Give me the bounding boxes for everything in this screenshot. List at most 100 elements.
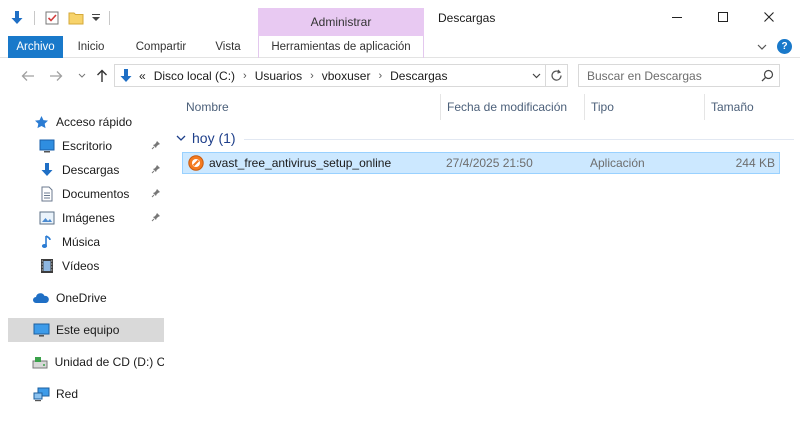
help-icon[interactable]: ? bbox=[777, 39, 792, 54]
new-folder-icon[interactable] bbox=[67, 9, 85, 27]
toolbar-divider bbox=[34, 11, 35, 25]
tab-inicio[interactable]: Inicio bbox=[68, 36, 114, 58]
column-headers: Nombre Fecha de modificación Tipo Tamaño bbox=[172, 94, 800, 120]
close-button[interactable] bbox=[746, 0, 792, 34]
sidebar-item-label: Descargas bbox=[62, 163, 120, 177]
recent-locations-button[interactable] bbox=[72, 67, 92, 85]
sidebar-item-label: Música bbox=[62, 235, 101, 249]
minimize-icon bbox=[672, 17, 682, 18]
arrow-right-icon bbox=[50, 71, 63, 81]
cloud-icon bbox=[32, 289, 50, 307]
back-button[interactable] bbox=[18, 67, 38, 85]
navigation-pane: Acceso rápido Escritorio Descargas Docum… bbox=[0, 94, 172, 429]
sidebar-item-label: Este equipo bbox=[56, 323, 120, 337]
image-icon bbox=[38, 209, 56, 227]
sidebar-item-label: Imágenes bbox=[62, 211, 115, 225]
sidebar-item-musica[interactable]: Música bbox=[8, 230, 164, 254]
expand-ribbon-chevron-icon[interactable] bbox=[757, 40, 767, 54]
star-icon bbox=[32, 113, 50, 131]
pin-icon[interactable] bbox=[150, 139, 162, 151]
sidebar-item-label: Unidad de CD (D:) CE bbox=[54, 355, 164, 369]
computer-icon bbox=[32, 321, 50, 339]
network-icon bbox=[32, 385, 50, 403]
sidebar-item-label: Documentos bbox=[62, 187, 130, 201]
ribbon-right-controls: ? bbox=[757, 39, 792, 54]
minimize-button[interactable] bbox=[654, 0, 700, 34]
refresh-icon bbox=[551, 69, 562, 81]
sidebar-item-escritorio[interactable]: Escritorio bbox=[8, 134, 164, 158]
sidebar-item-label: Red bbox=[56, 387, 79, 401]
downloads-folder-icon bbox=[115, 65, 137, 86]
properties-icon[interactable] bbox=[43, 9, 61, 27]
breadcrumb-item[interactable]: Descargas bbox=[390, 69, 447, 83]
tab-archivo[interactable]: Archivo bbox=[8, 36, 63, 58]
breadcrumb-item[interactable]: vboxuser bbox=[322, 69, 371, 83]
context-tab-header: Administrar bbox=[258, 8, 424, 36]
tab-compartir[interactable]: Compartir bbox=[124, 36, 198, 58]
sidebar-item-acceso-rapido[interactable]: Acceso rápido bbox=[8, 110, 164, 134]
breadcrumb-overflow[interactable]: « bbox=[139, 69, 146, 83]
table-row[interactable]: avast_free_antivirus_setup_online 27/4/2… bbox=[182, 152, 780, 174]
address-bar[interactable]: « Disco local (C:) › Usuarios › vboxuser… bbox=[114, 64, 568, 87]
pin-icon[interactable] bbox=[150, 163, 162, 175]
tab-vista[interactable]: Vista bbox=[206, 36, 250, 58]
tab-herramientas-de-aplicacion[interactable]: Herramientas de aplicación bbox=[258, 36, 424, 58]
toolbar-divider bbox=[109, 11, 110, 25]
breadcrumb: « Disco local (C:) › Usuarios › vboxuser… bbox=[137, 69, 527, 83]
pin-icon[interactable] bbox=[150, 211, 162, 223]
sidebar-item-red[interactable]: Red bbox=[8, 382, 164, 406]
breadcrumb-separator[interactable]: › bbox=[378, 70, 382, 82]
maximize-button[interactable] bbox=[700, 0, 746, 34]
column-header-nombre[interactable]: Nombre bbox=[180, 94, 440, 120]
download-arrow-icon bbox=[38, 161, 56, 179]
document-icon bbox=[38, 185, 56, 203]
sidebar-item-onedrive[interactable]: OneDrive bbox=[8, 286, 164, 310]
breadcrumb-separator[interactable]: › bbox=[310, 70, 314, 82]
breadcrumb-item[interactable]: Disco local (C:) bbox=[154, 69, 235, 83]
search-icon[interactable] bbox=[755, 69, 779, 82]
chevron-down-icon[interactable] bbox=[174, 135, 188, 142]
sidebar-item-este-equipo[interactable]: Este equipo bbox=[8, 318, 164, 342]
search-input[interactable] bbox=[579, 65, 755, 86]
file-list-pane: Nombre Fecha de modificación Tipo Tamaño… bbox=[172, 94, 800, 429]
breadcrumb-item[interactable]: Usuarios bbox=[255, 69, 302, 83]
column-header-tipo[interactable]: Tipo bbox=[584, 94, 704, 120]
quick-access-toolbar bbox=[8, 8, 112, 28]
customize-toolbar-chevron-icon[interactable] bbox=[91, 9, 101, 27]
group-header[interactable]: hoy (1) bbox=[174, 128, 794, 148]
window-title: Descargas bbox=[438, 11, 496, 25]
cd-drive-icon bbox=[32, 353, 49, 371]
arrow-left-icon bbox=[21, 71, 34, 81]
column-header-fecha[interactable]: Fecha de modificación bbox=[440, 94, 584, 120]
sidebar-item-descargas[interactable]: Descargas bbox=[8, 158, 164, 182]
download-arrow-icon[interactable] bbox=[8, 9, 26, 27]
pin-icon[interactable] bbox=[150, 187, 162, 199]
forward-button[interactable] bbox=[46, 67, 66, 85]
file-type: Aplicación bbox=[590, 156, 645, 170]
music-note-icon bbox=[38, 233, 56, 251]
up-button[interactable] bbox=[92, 67, 112, 85]
sidebar-item-label: OneDrive bbox=[56, 291, 107, 305]
maximize-icon bbox=[718, 12, 728, 22]
close-icon bbox=[764, 12, 774, 22]
address-history-dropdown[interactable] bbox=[527, 72, 545, 79]
sidebar-item-label: Escritorio bbox=[62, 139, 113, 153]
search-box bbox=[578, 64, 780, 87]
film-icon bbox=[38, 257, 56, 275]
avast-app-icon bbox=[187, 154, 205, 172]
group-divider bbox=[243, 138, 794, 140]
refresh-button[interactable] bbox=[545, 65, 567, 86]
chevron-down-icon bbox=[78, 73, 86, 78]
column-header-tamano[interactable]: Tamaño bbox=[704, 94, 784, 120]
sidebar-item-documentos[interactable]: Documentos bbox=[8, 182, 164, 206]
title-bar: Administrar Descargas bbox=[0, 0, 800, 36]
sidebar-item-imagenes[interactable]: Imágenes bbox=[8, 206, 164, 230]
navigation-bar: « Disco local (C:) › Usuarios › vboxuser… bbox=[0, 58, 800, 94]
chevron-down-icon bbox=[532, 73, 541, 78]
breadcrumb-separator[interactable]: › bbox=[243, 70, 247, 82]
sidebar-item-videos[interactable]: Vídeos bbox=[8, 254, 164, 278]
file-date: 27/4/2025 21:50 bbox=[446, 156, 533, 170]
sidebar-item-unidad-cd[interactable]: Unidad de CD (D:) CE bbox=[8, 350, 164, 374]
arrow-up-icon bbox=[97, 69, 107, 82]
ribbon-tabs: Archivo Inicio Compartir Vista Herramien… bbox=[0, 36, 800, 58]
